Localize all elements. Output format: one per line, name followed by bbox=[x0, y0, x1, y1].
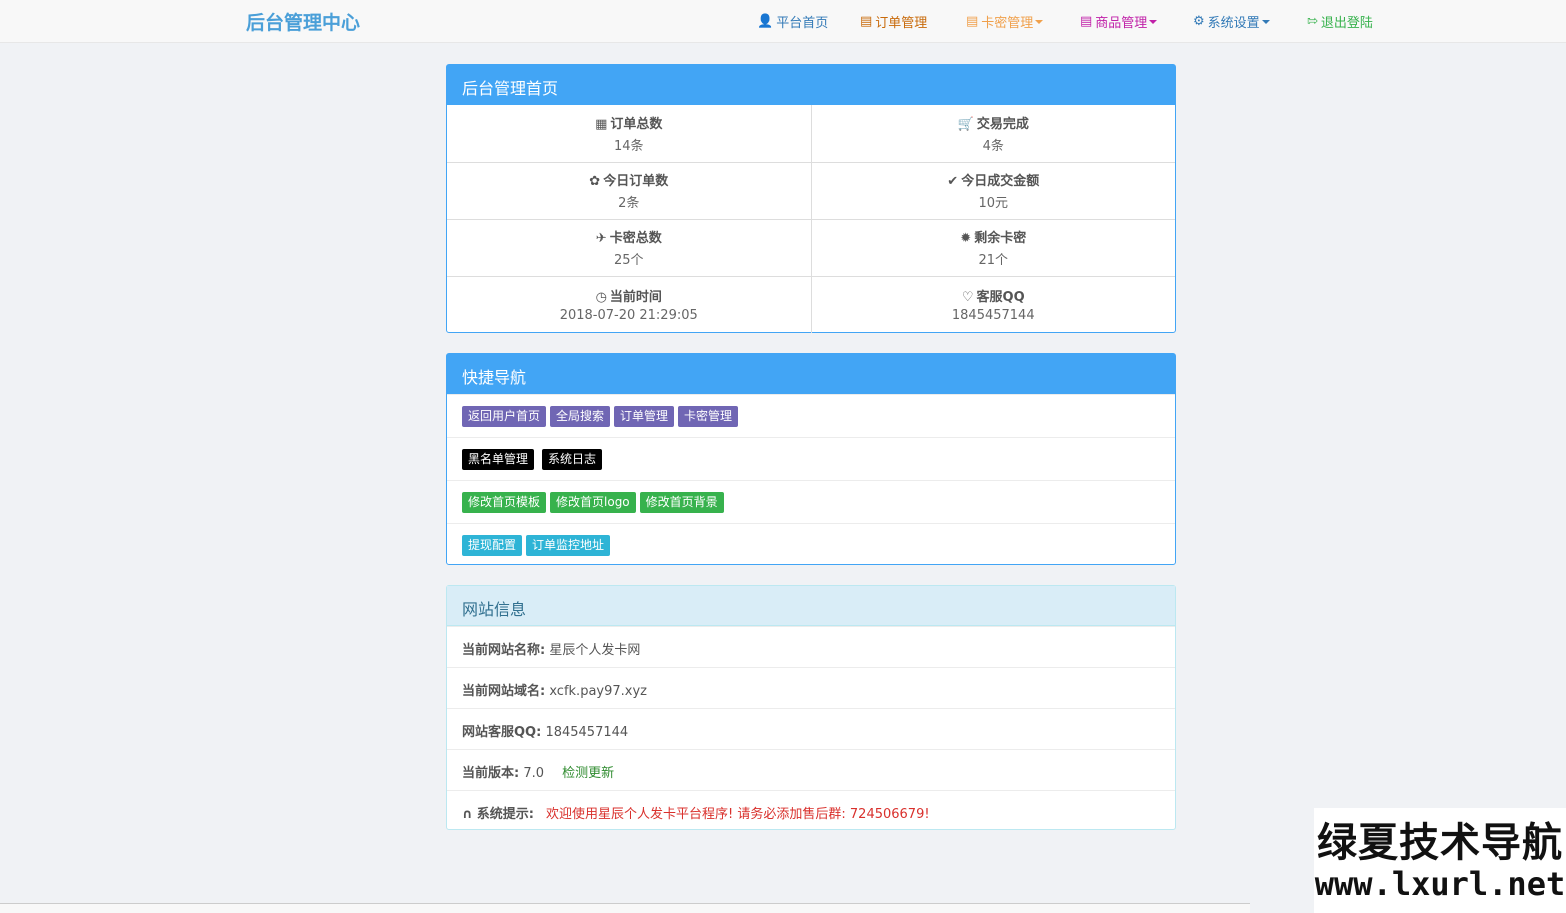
grid-icon: ▦ bbox=[595, 116, 608, 132]
info-site-qq: 网站客服QQ: 1845457144 bbox=[447, 708, 1175, 749]
quicknav-title: 快捷导航 bbox=[447, 354, 1175, 394]
heart-icon: ♡ bbox=[961, 290, 974, 306]
info-notice: ∩ 系统提示: 欢迎使用星辰个人发卡平台程序! 请务必添加售后群: 724506… bbox=[447, 790, 1175, 831]
stat-value: 14条 bbox=[613, 138, 644, 154]
stat-value: 25个 bbox=[613, 253, 644, 268]
blacklist-button[interactable]: 黑名单管理 bbox=[462, 449, 535, 470]
info-value: 1845457144 bbox=[545, 725, 629, 740]
main-nav: 👤 平台首页 ▤ 订单管理 ▤ 卡密管理 ▤ 商品管理 ⚙ 系统设置 ⇰ 退出登… bbox=[757, 12, 1373, 31]
stat-value: 1845457144 bbox=[951, 308, 1035, 324]
notice-text: 欢迎使用星辰个人发卡平台程序! 请务必添加售后群: 724506679! bbox=[546, 807, 930, 822]
nav-cards-label: 卡密管理 bbox=[981, 16, 1034, 31]
stat-value: 2条 bbox=[618, 196, 640, 211]
info-site-name: 当前网站名称: 星辰个人发卡网 bbox=[447, 626, 1175, 667]
nav-products[interactable]: ▤ 商品管理 bbox=[1080, 12, 1193, 31]
gear-icon: ⚙ bbox=[1193, 14, 1205, 29]
brand-title[interactable]: 后台管理中心 bbox=[246, 8, 360, 35]
cart-icon: 🛒 bbox=[957, 116, 974, 132]
siteinfo-title: 网站信息 bbox=[447, 586, 1175, 626]
info-label: 当前网站名称: bbox=[462, 643, 546, 658]
nav-logout-label: 退出登陆 bbox=[1320, 16, 1373, 31]
quicknav-panel: 快捷导航 返回用户首页 全局搜索 订单管理 卡密管理 黑名单管理 系统日志 修改首页模板… bbox=[446, 353, 1176, 565]
stat-current-time: ◷ 当前时间 2018-07-20 21:29:05 bbox=[447, 275, 811, 333]
stat-label: 剩余卡密 bbox=[974, 231, 1027, 246]
dashboard-title: 后台管理首页 bbox=[447, 65, 1175, 105]
quicknav-row: 提现配置 订单监控地址 bbox=[447, 523, 1175, 566]
info-label: 当前版本: bbox=[462, 766, 520, 781]
nav-orders[interactable]: ▤ 订单管理 bbox=[860, 12, 966, 31]
back-user-home-button[interactable]: 返回用户首页 bbox=[462, 406, 547, 427]
stat-label: 当前时间 bbox=[609, 290, 662, 306]
stat-value: 21个 bbox=[978, 253, 1009, 268]
info-label: 系统提示: bbox=[476, 807, 534, 822]
leaf-icon: ✿ bbox=[589, 174, 601, 189]
info-label: 当前网站域名: bbox=[462, 684, 546, 699]
stat-label: 今日订单数 bbox=[603, 174, 669, 189]
global-search-button[interactable]: 全局搜索 bbox=[550, 406, 611, 427]
document-icon: ▤ bbox=[966, 14, 979, 29]
info-label: 网站客服QQ: bbox=[462, 725, 542, 740]
list-icon: ▤ bbox=[860, 14, 873, 29]
watermark-title: 绿夏技术导航 bbox=[1317, 820, 1563, 866]
stat-label: 卡密总数 bbox=[609, 231, 662, 246]
nav-products-label: 商品管理 bbox=[1095, 16, 1148, 31]
book-icon: ▤ bbox=[1080, 14, 1093, 29]
quicknav-row: 返回用户首页 全局搜索 订单管理 卡密管理 bbox=[447, 394, 1175, 437]
info-site-domain: 当前网站域名: xcfk.pay97.xyz bbox=[447, 667, 1175, 708]
plane-icon: ✈ bbox=[595, 231, 607, 246]
stat-today-amount: ✔ 今日成交金额 10元 bbox=[810, 161, 1175, 219]
check-icon: ✔ bbox=[947, 174, 959, 189]
chevron-down-icon bbox=[1035, 19, 1044, 24]
info-value: xcfk.pay97.xyz bbox=[549, 684, 647, 699]
dashboard-panel: 后台管理首页 ▦ 订单总数 14条 🛒 交易完成 4条 ✿ 今日订单数 2条 ✔ 今日成… bbox=[446, 64, 1176, 333]
nav-orders-label: 订单管理 bbox=[875, 16, 928, 31]
nav-cards[interactable]: ▤ 卡密管理 bbox=[966, 12, 1080, 31]
nav-home-label: 平台首页 bbox=[776, 16, 829, 31]
order-manage-button[interactable]: 订单管理 bbox=[614, 406, 675, 427]
stat-label: 今日成交金额 bbox=[961, 174, 1040, 189]
edit-template-button[interactable]: 修改首页模板 bbox=[462, 492, 547, 513]
info-value: 星辰个人发卡网 bbox=[549, 643, 641, 658]
stats-grid: ▦ 订单总数 14条 🛒 交易完成 4条 ✿ 今日订单数 2条 ✔ 今日成交金额 10元… bbox=[447, 105, 1175, 333]
stat-service-qq: ♡ 客服QQ 1845457144 bbox=[810, 275, 1175, 333]
chevron-down-icon bbox=[1149, 19, 1158, 24]
withdraw-config-button[interactable]: 提现配置 bbox=[462, 535, 523, 556]
stat-completed: 🛒 交易完成 4条 bbox=[810, 105, 1175, 162]
clock-icon: ◷ bbox=[595, 290, 607, 306]
stat-card-remaining: ✹ 剩余卡密 21个 bbox=[810, 218, 1175, 276]
nav-logout[interactable]: ⇰ 退出登陆 bbox=[1307, 12, 1373, 31]
stat-value: 10元 bbox=[978, 196, 1009, 211]
order-monitor-button[interactable]: 订单监控地址 bbox=[526, 535, 611, 556]
stat-value: 2018-07-20 21:29:05 bbox=[559, 308, 698, 324]
siteinfo-panel: 网站信息 当前网站名称: 星辰个人发卡网 当前网站域名: xcfk.pay97.… bbox=[446, 585, 1176, 830]
certificate-icon: ✹ bbox=[960, 231, 972, 246]
system-log-button[interactable]: 系统日志 bbox=[542, 449, 603, 470]
stat-value: 4条 bbox=[982, 138, 1004, 154]
stat-label: 客服QQ bbox=[976, 290, 1025, 306]
bottom-bar bbox=[0, 903, 1250, 913]
quicknav-row: 修改首页模板 修改首页logo 修改首页背景 bbox=[447, 480, 1175, 523]
stat-today-orders: ✿ 今日订单数 2条 bbox=[447, 161, 811, 219]
stat-card-total: ✈ 卡密总数 25个 bbox=[447, 218, 811, 276]
quicknav-row: 黑名单管理 系统日志 bbox=[447, 437, 1175, 480]
watermark: 绿夏技术导航 www.lxurl.net bbox=[1314, 808, 1566, 913]
check-update-link[interactable]: 检测更新 bbox=[562, 766, 614, 781]
top-navbar: 后台管理中心 👤 平台首页 ▤ 订单管理 ▤ 卡密管理 ▤ 商品管理 ⚙ 系统设… bbox=[0, 0, 1566, 43]
nav-settings[interactable]: ⚙ 系统设置 bbox=[1193, 12, 1307, 31]
logout-icon: ⇰ bbox=[1307, 14, 1318, 29]
edit-background-button[interactable]: 修改首页背景 bbox=[639, 492, 724, 513]
info-version: 当前版本: 7.0 检测更新 bbox=[447, 749, 1175, 790]
chevron-down-icon bbox=[1261, 19, 1270, 24]
stat-label: 订单总数 bbox=[610, 116, 663, 132]
user-icon: 👤 bbox=[757, 14, 774, 29]
edit-logo-button[interactable]: 修改首页logo bbox=[550, 492, 636, 513]
card-manage-button[interactable]: 卡密管理 bbox=[678, 406, 739, 427]
stat-label: 交易完成 bbox=[976, 116, 1029, 132]
nav-home[interactable]: 👤 平台首页 bbox=[757, 12, 860, 31]
stat-order-total: ▦ 订单总数 14条 bbox=[447, 105, 811, 162]
nav-settings-label: 系统设置 bbox=[1207, 16, 1260, 31]
magnet-icon: ∩ bbox=[462, 807, 473, 822]
info-value: 7.0 bbox=[523, 766, 545, 781]
watermark-url: www.lxurl.net bbox=[1314, 865, 1566, 903]
